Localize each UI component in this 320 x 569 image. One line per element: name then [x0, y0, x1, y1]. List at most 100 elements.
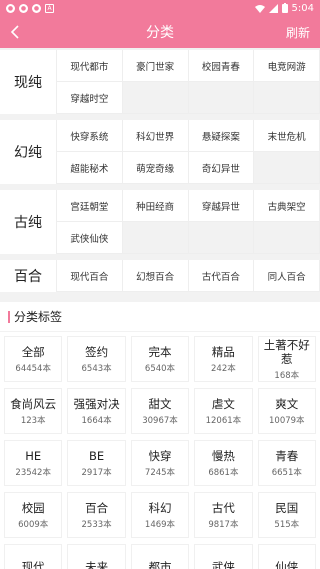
tag-name: 仙侠 — [275, 560, 299, 569]
tag-name: 现代 — [21, 560, 45, 569]
tag-name: 青春 — [275, 448, 299, 463]
tag-count: 242本 — [211, 363, 236, 374]
tag-name: HE — [25, 448, 42, 463]
tag-count: 1469本 — [144, 519, 176, 530]
page-title: 分类 — [146, 25, 174, 41]
tag-name: 强强对决 — [73, 396, 120, 411]
back-button[interactable] — [10, 22, 30, 42]
category-item[interactable]: 穿越时空 — [57, 82, 123, 114]
tag-name: 科幻 — [148, 500, 172, 515]
tag-item[interactable]: 百合 2533本 — [67, 492, 126, 538]
category-item[interactable]: 超能秘术 — [57, 152, 123, 184]
tag-name: 爽文 — [275, 396, 299, 411]
empty-cell — [254, 152, 320, 184]
category-item[interactable]: 快穿系统 — [57, 120, 123, 152]
tag-item[interactable]: 快穿 7245本 — [130, 440, 190, 486]
tag-name: 精品 — [211, 344, 235, 359]
tag-item[interactable]: 爽文 10079本 — [257, 388, 316, 434]
tag-count: 9817本 — [208, 519, 239, 530]
tag-item[interactable]: 强强对决 1664本 — [67, 388, 126, 434]
tag-item[interactable]: 现代 — [4, 544, 63, 569]
tag-item[interactable]: 慢热 6861本 — [194, 440, 253, 486]
tag-name: 签约 — [85, 344, 109, 359]
empty-cell — [188, 82, 255, 114]
tag-item[interactable]: 甜文 30967本 — [130, 388, 190, 434]
tag-item[interactable]: 食尚风云 123本 — [4, 388, 63, 434]
battery-icon — [281, 3, 288, 13]
tag-item[interactable]: 土著不好惹 168本 — [257, 336, 316, 382]
tag-count: 6651本 — [271, 467, 302, 478]
tag-item[interactable]: 科幻 1469本 — [130, 492, 190, 538]
category-item[interactable]: 古代百合 — [188, 260, 255, 292]
tag-grid: 全部 64454本 签约 6543本 完本 6540本 精品 242本 土著不好惹 168本食尚风… — [0, 332, 320, 569]
tag-count: 10079本 — [269, 415, 305, 426]
group-name: 现纯 — [14, 75, 42, 91]
tag-name: 全部 — [21, 344, 45, 359]
refresh-button[interactable]: 刷新 — [286, 24, 310, 41]
category-item[interactable]: 同人百合 — [254, 260, 320, 292]
category-group: 幻纯 快穿系统 科幻世界 悬疑探案 末世危机 超能秘术 萌宠奇缘 奇幻异世 — [0, 120, 320, 184]
category-item[interactable]: 萌宠奇缘 — [122, 152, 189, 184]
tag-item[interactable]: 仙侠 — [257, 544, 316, 569]
tag-item[interactable]: 古代 9817本 — [194, 492, 253, 538]
tag-name: 都市 — [148, 560, 172, 569]
tag-count: 64454本 — [15, 363, 51, 374]
category-item[interactable]: 种田经商 — [122, 190, 189, 222]
tag-item[interactable]: HE 23542本 — [4, 440, 63, 486]
notification-icon: ● — [19, 3, 28, 13]
category-item[interactable]: 现代百合 — [57, 260, 123, 292]
section-title: 分类标签 — [14, 310, 63, 324]
category-item[interactable]: 现代都市 — [57, 50, 123, 82]
tag-item[interactable]: 精品 242本 — [194, 336, 253, 382]
category-item[interactable]: 末世危机 — [254, 120, 320, 152]
tag-name: 快穿 — [148, 448, 172, 463]
group-grid: 宫廷朝堂 种田经商 穿越异世 古典架空 武侠仙侠 — [56, 190, 320, 254]
category-item[interactable]: 幻想百合 — [122, 260, 189, 292]
tag-item[interactable]: 未来 — [67, 544, 126, 569]
tag-item[interactable]: 签约 6543本 — [67, 336, 126, 382]
tag-name: 甜文 — [148, 396, 172, 411]
tag-name: 未来 — [85, 560, 109, 569]
tag-count: 7245本 — [144, 467, 176, 478]
category-group: 古纯 宫廷朝堂 种田经商 穿越异世 古典架空 武侠仙侠 — [0, 190, 320, 254]
tag-item[interactable]: 青春 6651本 — [257, 440, 316, 486]
group-name: 幻纯 — [14, 145, 42, 161]
category-item[interactable]: 校园青春 — [188, 50, 255, 82]
category-item[interactable]: 武侠仙侠 — [57, 222, 123, 254]
tag-name: BE — [89, 448, 105, 463]
tag-name: 古代 — [211, 500, 235, 515]
tag-name: 完本 — [148, 344, 172, 359]
category-item[interactable]: 穿越异世 — [188, 190, 255, 222]
empty-cell — [254, 82, 320, 114]
tag-item[interactable]: BE 2917本 — [67, 440, 126, 486]
category-item[interactable]: 悬疑探案 — [188, 120, 255, 152]
category-item[interactable]: 奇幻异世 — [188, 152, 255, 184]
category-item[interactable]: 宫廷朝堂 — [57, 190, 123, 222]
tags-header: 分类标签 — [0, 302, 320, 331]
tag-item[interactable]: 全部 64454本 — [4, 336, 63, 382]
tag-name: 食尚风云 — [10, 396, 57, 411]
category-item[interactable]: 电竞网游 — [254, 50, 320, 82]
tag-item[interactable]: 都市 — [130, 544, 190, 569]
category-item[interactable]: 古典架空 — [254, 190, 320, 222]
tag-name: 土著不好惹 — [263, 337, 310, 366]
tag-item[interactable]: 虐文 12061本 — [194, 388, 253, 434]
empty-cell — [188, 222, 255, 254]
tag-count: 123本 — [20, 415, 46, 426]
group-grid: 快穿系统 科幻世界 悬疑探案 末世危机 超能秘术 萌宠奇缘 奇幻异世 — [56, 120, 320, 184]
tag-item[interactable]: 校园 6009本 — [4, 492, 63, 538]
category-item[interactable]: 科幻世界 — [122, 120, 189, 152]
a-icon: A — [45, 3, 54, 13]
tag-item[interactable]: 武侠 — [194, 544, 253, 569]
tag-item[interactable]: 完本 6540本 — [130, 336, 190, 382]
notification-icons: ● ● ● A — [6, 3, 54, 13]
tag-count: 515本 — [274, 519, 300, 530]
tag-name: 校园 — [21, 500, 45, 515]
category-group: 百合 现代百合 幻想百合 古代百合 同人百合 — [0, 260, 320, 292]
tag-count: 23542本 — [15, 467, 51, 478]
chevron-left-icon — [10, 25, 19, 39]
category-item[interactable]: 豪门世家 — [122, 50, 189, 82]
tag-item[interactable]: 民国 515本 — [257, 492, 316, 538]
tag-count: 30967本 — [142, 415, 178, 426]
wifi-icon — [254, 4, 265, 13]
